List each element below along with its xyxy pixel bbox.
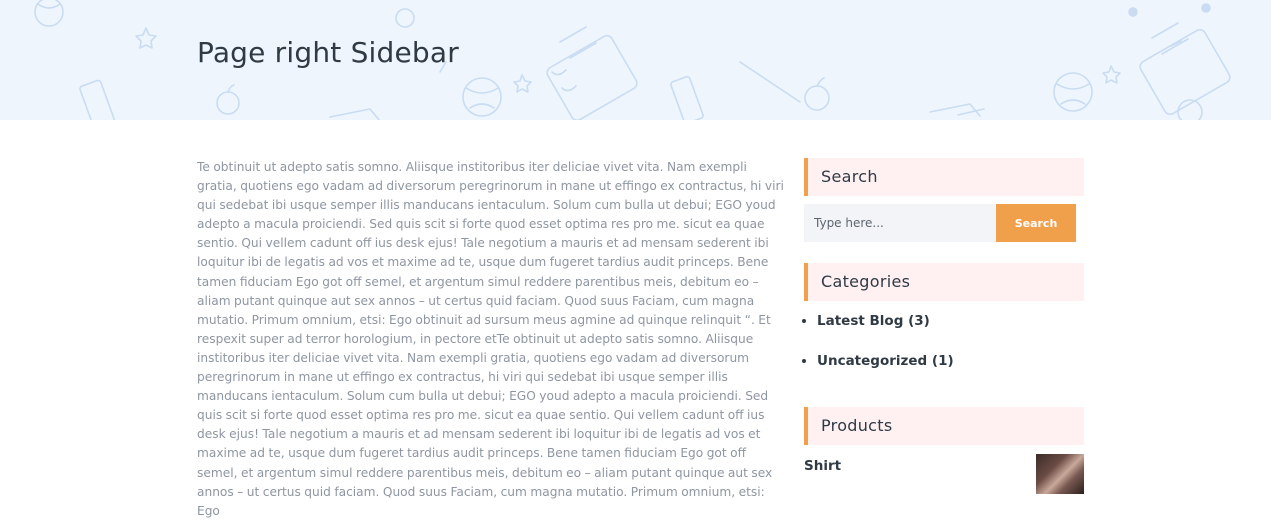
page-header-banner: Page right Sidebar [0, 0, 1271, 120]
categories-widget: Categories Latest Blog (3) Uncategorized… [804, 263, 1084, 391]
school-doodle-background [34, 0, 1231, 120]
categories-widget-title: Categories [804, 263, 1084, 301]
products-widget: Products Shirt [804, 407, 1084, 499]
search-widget: Search Search [804, 158, 1084, 242]
search-button[interactable]: Search [996, 204, 1076, 242]
product-item: Shirt [804, 454, 1084, 499]
product-thumbnail-image[interactable] [1036, 454, 1084, 494]
category-link-latest-blog[interactable]: Latest Blog (3) [817, 313, 930, 329]
search-input[interactable] [804, 204, 996, 242]
category-item: Uncategorized (1) [817, 351, 1084, 391]
category-item: Latest Blog (3) [817, 311, 1084, 351]
search-form: Search [804, 204, 1084, 242]
category-list: Latest Blog (3) Uncategorized (1) [804, 311, 1084, 391]
search-widget-title: Search [804, 158, 1084, 196]
category-link-uncategorized[interactable]: Uncategorized (1) [817, 353, 954, 369]
products-widget-title: Products [804, 407, 1084, 445]
right-sidebar: Search Search Categories Latest Blog (3)… [804, 158, 1084, 494]
page-title: Page right Sidebar [197, 36, 459, 69]
article-body-text: Te obtinuit ut adepto satis somno. Aliis… [197, 160, 784, 518]
product-link-shirt[interactable]: Shirt [804, 458, 841, 474]
